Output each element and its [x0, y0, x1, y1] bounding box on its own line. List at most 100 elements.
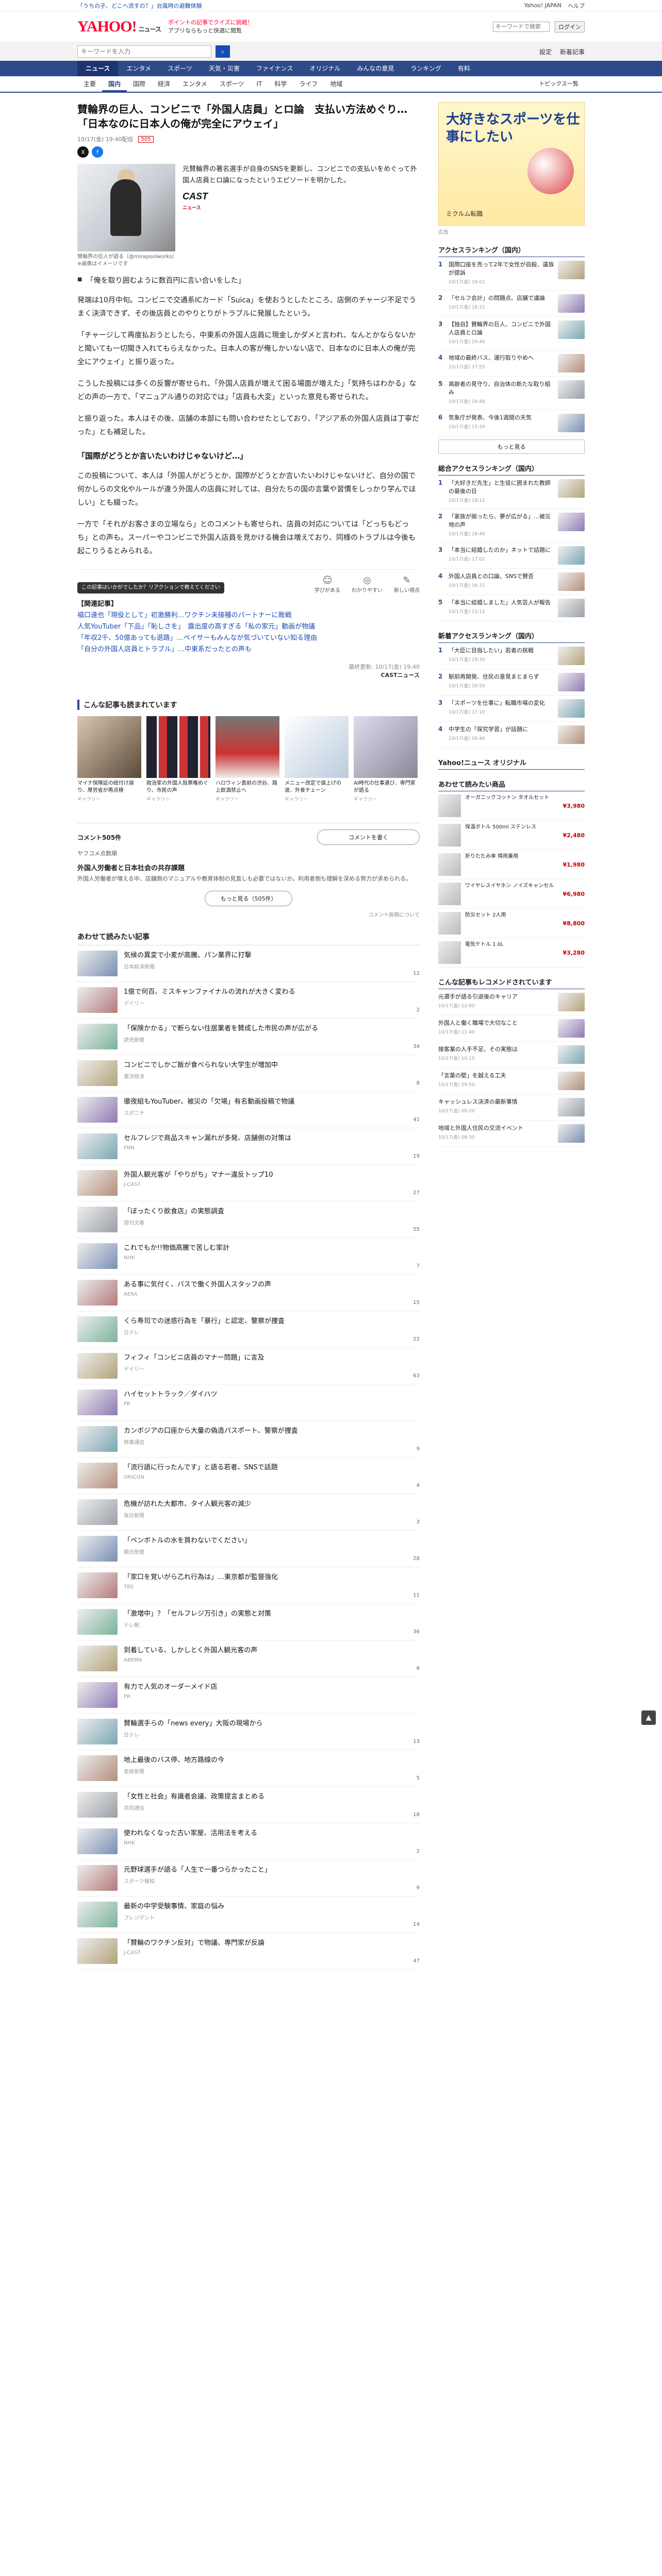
product-item[interactable]: 保温ボトル 500ml ステンレス ¥2,480 — [438, 821, 585, 850]
list-item[interactable]: 「保険かかる」で断らない住居業者を賛成した市民の声が広がる 読売新聞 34 — [77, 1019, 420, 1055]
list-item[interactable]: 気候の異変で小麦が高騰、パン業界に打撃 日本経済新聞 12 — [77, 945, 420, 982]
product-item[interactable]: 折りたたみ傘 晴雨兼用 ¥1,980 — [438, 850, 585, 879]
recommend-card[interactable]: メニュー改定で値上げの波、外食チェーン ギャラリー — [285, 716, 349, 802]
ranking-item[interactable]: 1 「大臣に目指したい」若者の挑戦 10/17(金) 19:30 — [438, 643, 585, 669]
product-item[interactable]: オーガニックコットン タオルセット ¥3,980 — [438, 791, 585, 821]
product-item[interactable]: 電気ケトル 1.0L ¥3,280 — [438, 938, 585, 968]
list-item[interactable]: 「賛輪のワクチン反対」で物議、専門家が反論 J-CAST 47 — [77, 1933, 420, 1970]
tab-sports[interactable]: スポーツ — [213, 76, 251, 92]
nav-opinion[interactable]: みんなの意見 — [349, 61, 402, 76]
ranking-item[interactable]: 2 駅前再開発、住民の意見まとまらず 10/17(金) 18:50 — [438, 669, 585, 696]
ranking-item[interactable]: 1 国際口座を売って2年で女性が自殺、遺族が提訴 10/17(金) 19:01 — [438, 257, 585, 291]
list-item[interactable]: 「女性と社会」有識者会議、政策提言まとめる 共同通信 18 — [77, 1787, 420, 1823]
ranking-item[interactable]: 6 気象庁が発表、今後1週間の天気 10/17(金) 15:30 — [438, 410, 585, 436]
comment-sort[interactable]: ヤフコメ点数順 — [77, 849, 420, 857]
list-item[interactable]: セルフレジで商品スキャン漏れが多発、店舗側の対策は FNN 19 — [77, 1128, 420, 1165]
nav-entertainment[interactable]: エンタメ — [118, 61, 159, 76]
list-item[interactable]: 有力で人気のオーダーメイド店 PR — [77, 1677, 420, 1714]
settings-link[interactable]: 設定 — [539, 47, 552, 56]
hero-image[interactable] — [77, 164, 175, 251]
ranking-item[interactable]: 3 「スポーツを仕事に」転職市場の変化 10/17(金) 17:10 — [438, 696, 585, 722]
list-item[interactable]: カンボジアの口座から大量の偽造パスポート、警察が捜査 時事通信 9 — [77, 1421, 420, 1458]
ranking-item[interactable]: 元選手が語る引退後のキャリア 10/17(金) 12:00 — [438, 989, 585, 1015]
nav-finance[interactable]: ファイナンス — [248, 61, 302, 76]
list-item[interactable]: くら寿司での迷惑行為を「暴行」と認定、警察が捜査 日テレ 22 — [77, 1311, 420, 1348]
top-link-yahoo[interactable]: Yahoo! JAPAN — [524, 2, 561, 9]
list-item[interactable]: ある事に気付く、バスで働く外国人スタッフの声 AERA 15 — [77, 1275, 420, 1311]
sidebar-ad[interactable]: 大好きなスポーツを仕事にしたい ミクルム転職 — [438, 102, 585, 226]
product-item[interactable]: ワイヤレスイヤホン ノイズキャンセル ¥6,980 — [438, 879, 585, 909]
product-item[interactable]: 防災セット 2人用 ¥8,800 — [438, 909, 585, 938]
header-promo-1[interactable]: ポイントの記事でクイズに挑戦！ — [168, 19, 253, 27]
nav-news[interactable]: ニュース — [77, 61, 119, 76]
tab-international[interactable]: 国際 — [127, 76, 152, 92]
nav-sports[interactable]: スポーツ — [159, 61, 201, 76]
list-item[interactable]: 1億で何百、ミスキャンファイナルの流れが大きく変わる デイリー 2 — [77, 982, 420, 1019]
page-top-button[interactable]: ▲ — [641, 1710, 656, 1725]
list-item[interactable]: フィフィ「コンビニ店員のマナー問題」に言及 デイリー 63 — [77, 1348, 420, 1384]
tab-entertainment[interactable]: エンタメ — [176, 76, 213, 92]
recommend-card[interactable]: マイナ保険証の紐付け誤り、厚労省が再点検 ギャラリー — [77, 716, 141, 802]
list-item[interactable]: ハイセットトラック／ダイハツ PR — [77, 1384, 420, 1421]
login-button[interactable]: ログイン — [555, 21, 585, 32]
ranking-item[interactable]: 外国人と働く職場で大切なこと 10/17(金) 11:40 — [438, 1015, 585, 1042]
related-link[interactable]: 「年収2千、50億あっても退路」…ペイサーもみんなが気づいていない知る理由 — [77, 633, 420, 644]
list-item[interactable]: 「ぼったくり飲食店」の実態調査 週刊文春 55 — [77, 1201, 420, 1238]
ranking-item[interactable]: 4 外国人店員との口論、SNSで賛否 10/17(金) 16:31 — [438, 569, 585, 595]
nav-paid[interactable]: 有料 — [450, 61, 478, 76]
ranking-item[interactable]: 5 「本当に結婚しました」人気芸人が報告 10/17(金) 15:12 — [438, 595, 585, 621]
nav-original[interactable]: オリジナル — [301, 61, 349, 76]
nav-ranking[interactable]: ランキング — [402, 61, 450, 76]
footer-source-name[interactable]: CASTニュース — [77, 671, 420, 679]
list-item[interactable]: 徹夜組もYouTuber、被災の「欠場」有名動画投稿で物議 スポニチ 41 — [77, 1092, 420, 1128]
list-item[interactable]: 「ペンボトルの水を買わないでください」 朝日新聞 28 — [77, 1531, 420, 1567]
reaction-new-view-button[interactable]: ✎ 新しい視点 — [394, 575, 420, 594]
nav-weather[interactable]: 天気・災害 — [201, 61, 248, 76]
list-item[interactable]: 外国人観光客が「やりがち」マナー違反トップ10 J-CAST 27 — [77, 1165, 420, 1201]
source-logo[interactable]: CAST ニュース — [183, 191, 420, 213]
ranking-item[interactable]: 2 「家族が揃ったら、夢が広がる」…被災地の声 10/17(金) 18:40 — [438, 509, 585, 543]
original-title[interactable]: Yahoo!ニュース オリジナル — [438, 757, 585, 770]
list-item[interactable]: 危機が訪れた大都市、タイ人観光客の減少 毎日新聞 3 — [77, 1494, 420, 1531]
recommend-card[interactable]: AI時代の仕事選び、専門家が語る ギャラリー — [354, 716, 418, 802]
ranking-item[interactable]: 地域と外国人住民の交流イベント 10/17(金) 08:30 — [438, 1121, 585, 1147]
ranking-item[interactable]: 5 高齢者の見守り、自治体の新たな取り組み 10/17(金) 16:48 — [438, 377, 585, 410]
list-item[interactable]: 「激増中」？「セルフレジ万引き」の実態と対策 テレ朝 36 — [77, 1604, 420, 1640]
list-item[interactable]: コンビニでしかご飯が食べられない大学生が増加中 東洋経済 8 — [77, 1055, 420, 1092]
ranking-item[interactable]: 3 【独自】賛輪界の巨人、コンビニで外国人店員とロ論 10/17(金) 19:40 — [438, 317, 585, 350]
related-link[interactable]: 福口達也「現役として」初激勝利…ワクチン未接種のパートナーに敗戦 — [77, 610, 420, 621]
list-item[interactable]: 元野球選手が語る「人生で一番つらかったこと」 スポーツ報知 9 — [77, 1860, 420, 1896]
ranking-item[interactable]: 3 「本当に結婚したのか」ネットで話題に 10/17(金) 17:02 — [438, 543, 585, 569]
tab-science[interactable]: 科学 — [268, 76, 293, 92]
recommend-card[interactable]: ハロウィン直前の渋谷、路上飲酒禁止へ ギャラリー — [216, 716, 279, 802]
list-item[interactable]: 「家口を覚いがら乙れ行為は」…東京都が監督強化 TBS 11 — [77, 1567, 420, 1604]
new-articles-link[interactable]: 新着記事 — [560, 47, 585, 56]
access-more-button[interactable]: もっと見る — [438, 439, 585, 454]
tab-local[interactable]: 地域 — [324, 76, 349, 92]
more-comments-button[interactable]: もっと見る（505件） — [205, 891, 292, 906]
ranking-item[interactable]: 接客業の人手不足、その実態は 10/17(金) 10:15 — [438, 1042, 585, 1068]
topics-list-link[interactable]: トピックス一覧 — [533, 76, 585, 92]
tab-domestic[interactable]: 国内 — [102, 76, 127, 92]
list-item[interactable]: 地上最後のバス停、地方路線の今 産経新聞 5 — [77, 1750, 420, 1787]
reaction-learn-button[interactable]: ☺ 学びがある — [315, 575, 340, 594]
ranking-item[interactable]: 1 「大好きだ先生」と生徒に囲まれた教師の最後の日 10/17(金) 19:11 — [438, 476, 585, 509]
tab-life[interactable]: ライフ — [293, 76, 324, 92]
comment-count-badge[interactable]: 505 — [138, 135, 154, 143]
ranking-item[interactable]: 4 地域の最終バス、運行取りやめへ 10/17(金) 17:55 — [438, 350, 585, 377]
tab-economy[interactable]: 経済 — [152, 76, 176, 92]
list-item[interactable]: 使われなくなった古い家屋、活用法を考える NHK 2 — [77, 1823, 420, 1860]
header-search-input[interactable] — [493, 21, 550, 32]
related-link[interactable]: 「自分の外国人店員とトラブル」…中東系だったとの声も — [77, 644, 420, 655]
tab-it[interactable]: IT — [250, 76, 268, 92]
header-promo-2[interactable]: アプリならもっと快適に閲覧 — [168, 27, 253, 35]
ranking-item[interactable]: キャッシュレス決済の最新事情 10/17(金) 09:20 — [438, 1094, 585, 1121]
list-item[interactable]: 賛輪選手らの「news every」大阪の現場から 日テレ 13 — [77, 1714, 420, 1750]
x-share-icon[interactable]: X — [77, 146, 89, 158]
list-item[interactable]: これでもか!!物価高騰で苦しむ家計 NHK 7 — [77, 1238, 420, 1275]
tab-main[interactable]: 主要 — [77, 76, 102, 92]
list-item[interactable]: 「流行語に行ったんです」と語る若者、SNSで話題 ORICON 4 — [77, 1458, 420, 1494]
promo-link[interactable]: 「うちの子、どこへ流すの？」台風時の避難体験 — [77, 2, 202, 10]
ranking-item[interactable]: 4 中学生の「探究学習」が話題に 10/17(金) 16:40 — [438, 722, 585, 748]
write-comment-button[interactable]: コメントを書く — [317, 829, 420, 845]
